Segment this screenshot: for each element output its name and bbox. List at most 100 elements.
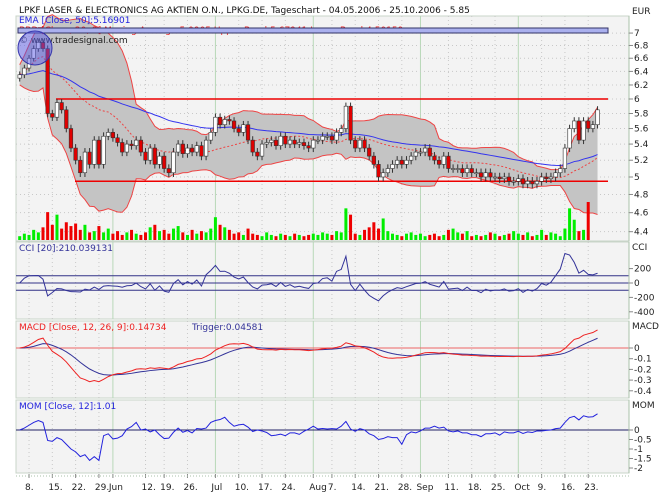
- stock-chart[interactable]: 8. 15. 22. 29. Jun 12. 19. 26. Jul 10. 17. 24. Aug 7.…: [0, 0, 666, 499]
- volume-bar: [544, 234, 548, 240]
- volume-bar: [568, 208, 572, 240]
- candle-body: [581, 120, 586, 141]
- y-tick-label: -200: [634, 293, 655, 303]
- y-tick-label: 0: [634, 344, 640, 354]
- y-tick-label: 5.2: [634, 156, 648, 166]
- candle-body: [157, 155, 162, 165]
- candle-body: [292, 139, 297, 145]
- volume-bar: [521, 234, 525, 240]
- volume-bar: [307, 234, 311, 240]
- candle-body: [381, 172, 386, 178]
- mom-legend[interactable]: MOM [Close, 12]:1.01: [19, 402, 116, 412]
- y-tick-label: 5: [634, 173, 640, 183]
- volume-bar: [64, 222, 68, 240]
- volume-bar: [516, 233, 520, 240]
- volume-bar: [526, 232, 530, 240]
- candle-body: [315, 139, 321, 142]
- volume-bar: [36, 232, 40, 240]
- volume-bar: [41, 227, 45, 240]
- x-tick-label: Aug: [309, 483, 327, 493]
- volume-bar: [260, 236, 264, 240]
- candle-body: [143, 151, 148, 161]
- candle-body: [311, 139, 316, 149]
- volume-bar: [558, 236, 562, 240]
- macd-trigger-legend[interactable]: Trigger:0.04581: [191, 323, 263, 333]
- volume-bar: [465, 231, 469, 240]
- y-tick-label: 5.6: [634, 125, 649, 135]
- y-tick-label: 0: [634, 426, 640, 436]
- candle: [101, 132, 106, 169]
- y-tick-label: 6: [634, 95, 640, 105]
- candle-body: [297, 142, 302, 145]
- volume-bar: [134, 233, 138, 240]
- candle: [68, 124, 74, 153]
- volume-bar: [92, 231, 96, 240]
- volume-bar: [512, 231, 516, 240]
- volume-bar: [78, 229, 82, 240]
- candle-body: [73, 147, 78, 161]
- volume-bar: [507, 233, 511, 240]
- macd-legend[interactable]: MACD [Close, 12, 26, 9]:0.14734: [19, 323, 167, 333]
- volume-bar: [409, 232, 413, 240]
- x-tick-label: 23.: [584, 483, 598, 493]
- candle-body: [590, 124, 595, 129]
- volume-bar: [139, 234, 143, 240]
- volume-bar: [195, 233, 199, 240]
- candle: [171, 148, 176, 177]
- candle-body: [283, 135, 288, 145]
- y-tick-label: -0.1: [634, 355, 652, 365]
- candle-body: [213, 116, 218, 133]
- volume-bar: [316, 234, 320, 240]
- candle-body: [483, 172, 488, 178]
- volume-bar: [218, 224, 222, 240]
- volume-bar: [563, 228, 567, 240]
- candle-body: [567, 128, 572, 149]
- x-tick-label: 28.: [398, 483, 412, 493]
- x-tick-label: 26.: [183, 483, 197, 493]
- candle-body: [120, 142, 125, 153]
- candle-body: [148, 147, 153, 161]
- candle: [64, 106, 69, 133]
- y-tick-label: 200: [634, 265, 651, 275]
- volume-bar: [255, 234, 259, 240]
- volume-bar: [209, 228, 213, 240]
- candle-body: [180, 143, 185, 154]
- candle-body: [576, 120, 581, 141]
- volume-bar: [162, 229, 166, 240]
- ema-legend[interactable]: EMA [Close, 50]:5.16901: [19, 16, 130, 26]
- candle-body: [413, 151, 418, 157]
- candle-body: [110, 132, 115, 139]
- candle-body: [478, 172, 484, 178]
- candle-body: [199, 145, 204, 157]
- volume-bar: [582, 229, 586, 240]
- volume-bar: [372, 222, 376, 240]
- x-tick-label: 8.: [25, 483, 34, 493]
- volume-bar: [325, 233, 329, 240]
- candle-body: [385, 168, 390, 174]
- x-tick-label: 15.: [48, 483, 62, 493]
- y-tick-label: 6.8: [634, 41, 649, 51]
- candle-body: [92, 139, 97, 165]
- volume-bar: [386, 231, 390, 240]
- candle-body: [548, 176, 554, 180]
- candle-body: [287, 139, 293, 145]
- volume-bar: [381, 218, 385, 240]
- volume-bar: [363, 229, 367, 240]
- candle-body: [399, 159, 404, 165]
- candle: [562, 144, 568, 173]
- volume-bar: [367, 227, 371, 240]
- highlight-marker[interactable]: [17, 30, 53, 66]
- volume-bar: [549, 232, 553, 240]
- time-range-bar[interactable]: [17, 27, 609, 34]
- volume-bar: [22, 233, 26, 240]
- candle-body: [273, 139, 279, 146]
- cci-legend[interactable]: CCI [20]:210.039131: [19, 244, 113, 254]
- x-tick-label: 29.: [95, 483, 109, 493]
- volume-bar: [251, 233, 255, 240]
- candle-body: [562, 147, 568, 169]
- volume-bar: [358, 234, 362, 240]
- volume-bar: [493, 233, 497, 240]
- volume-bar: [302, 236, 306, 240]
- candle-body: [409, 155, 414, 161]
- candle-body: [138, 139, 143, 153]
